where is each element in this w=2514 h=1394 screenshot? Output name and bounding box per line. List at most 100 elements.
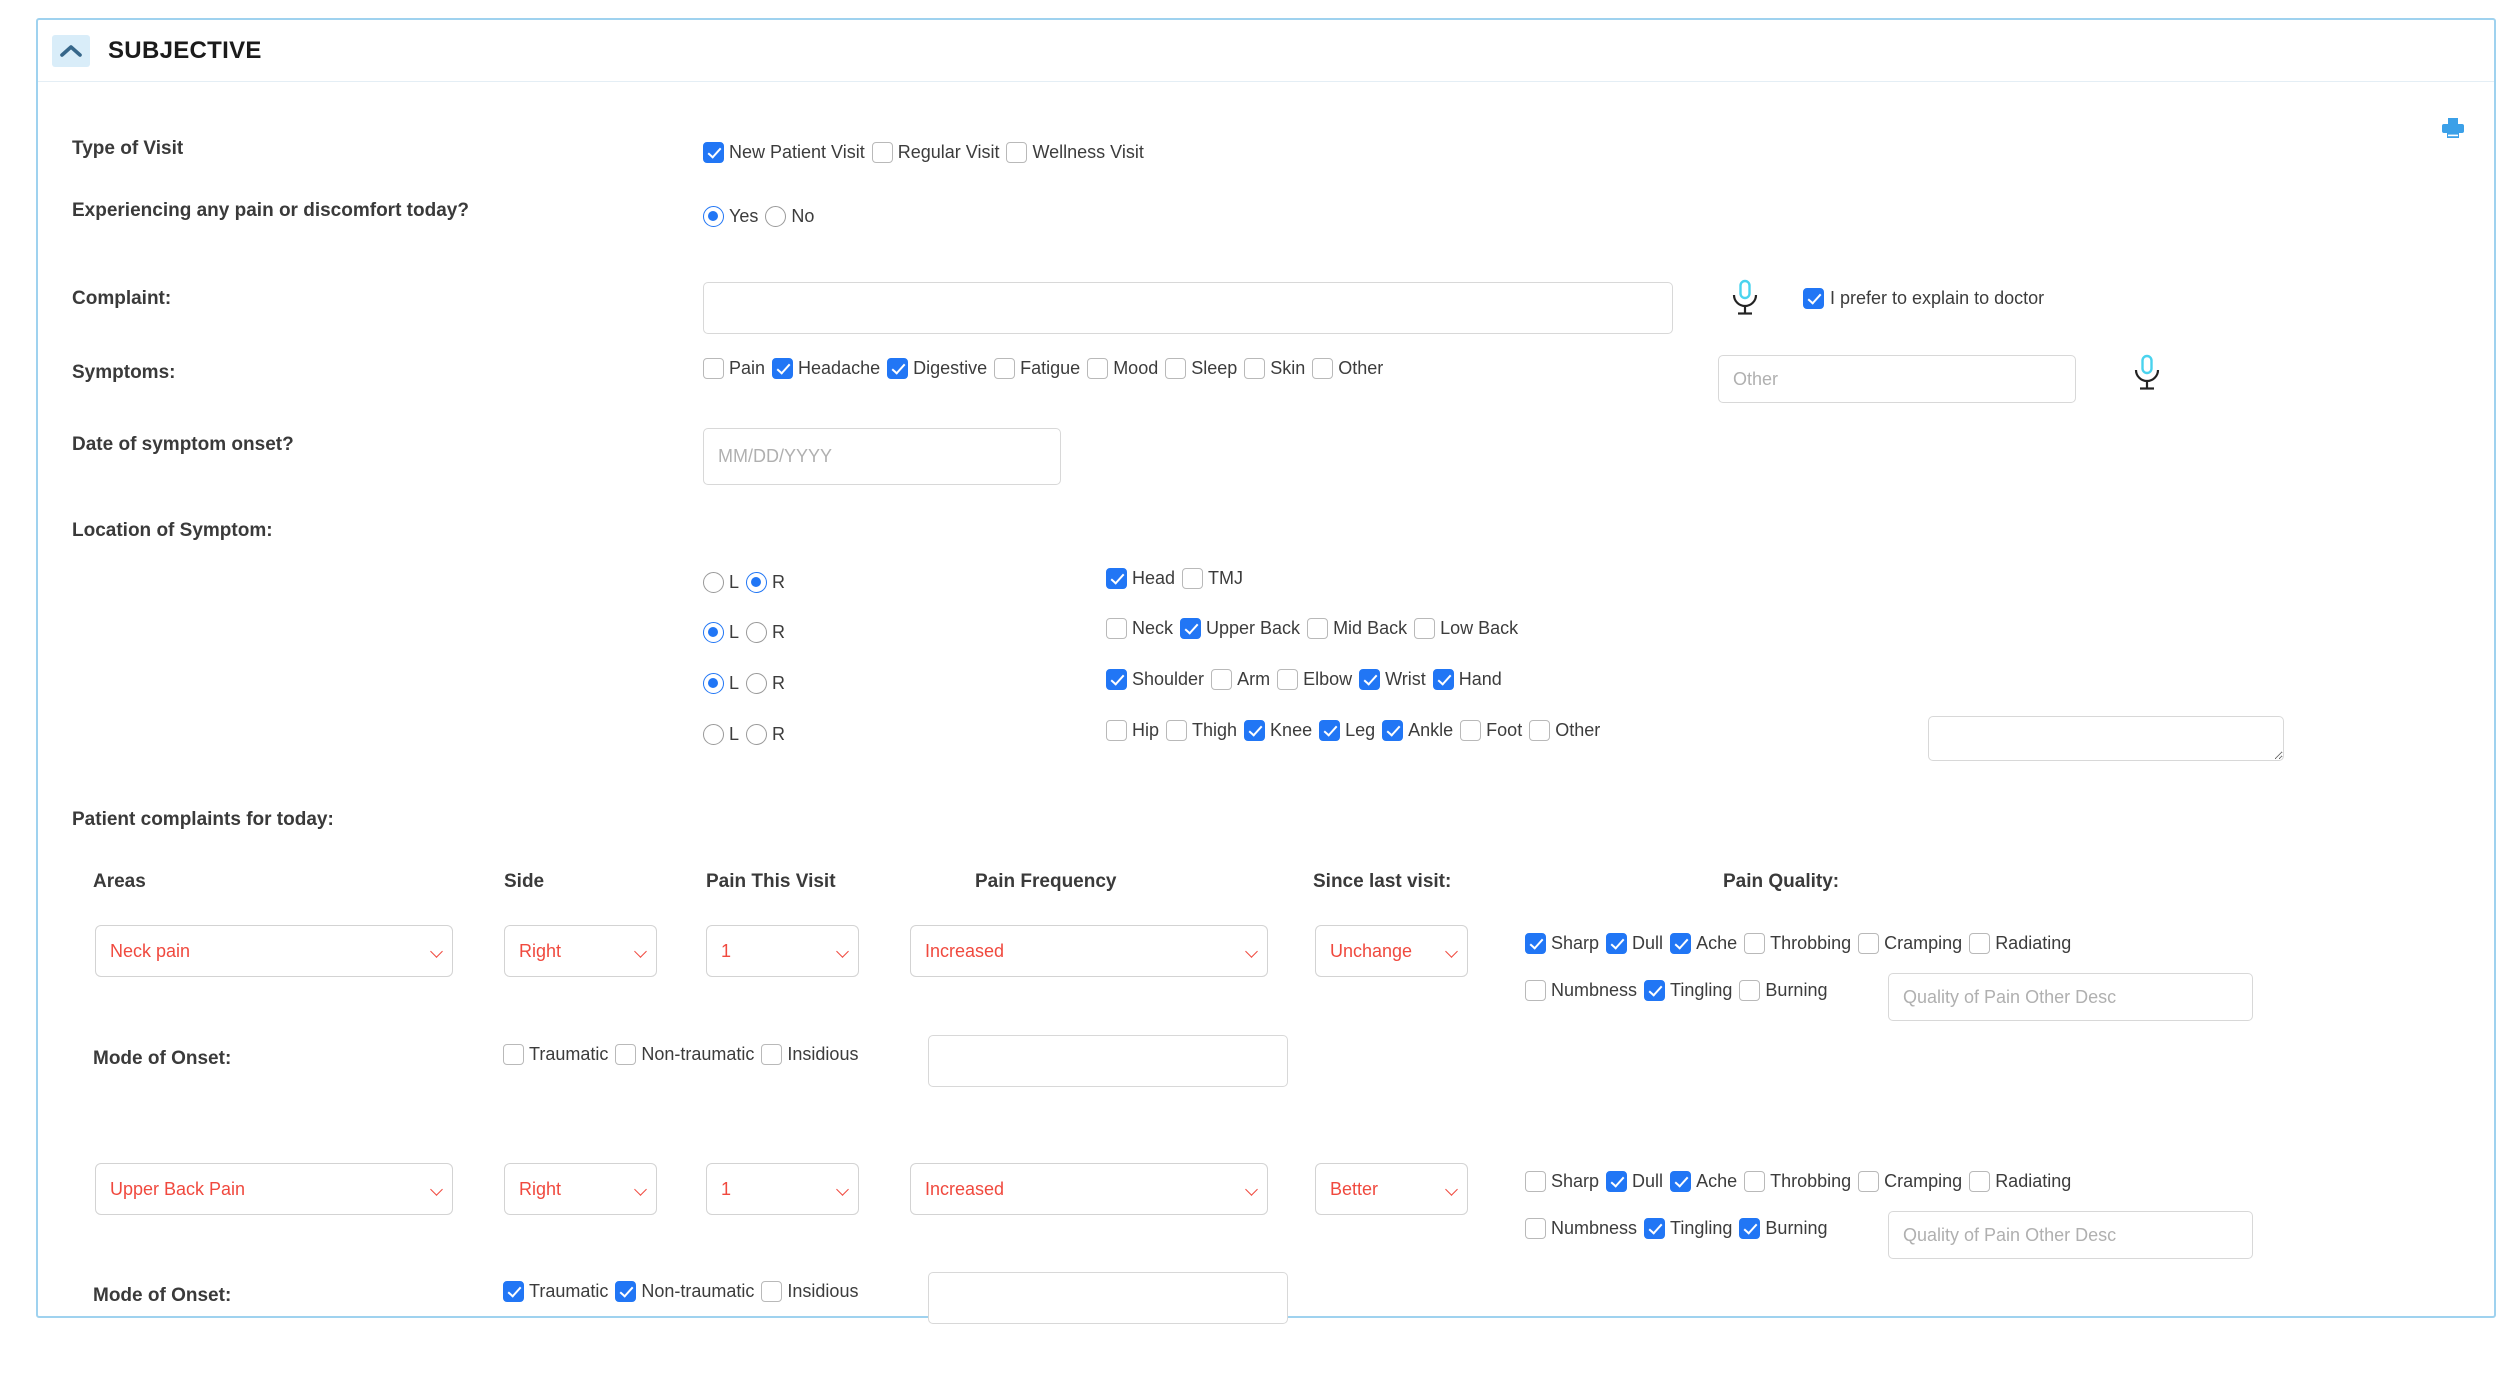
prefer-explain-option[interactable]: I prefer to explain to doctor xyxy=(1803,288,2044,309)
complaint-0-onset-non-traumatic-checkbox[interactable] xyxy=(615,1044,637,1065)
complaint-0-since-last-visit-select[interactable]: Unchange xyxy=(1315,925,1468,977)
complaint-1-pain-frequency-select[interactable]: Increased xyxy=(910,1163,1268,1215)
complaint-1-quality-cramping-option[interactable]: Cramping xyxy=(1858,1171,1962,1192)
location-1-side-left-radio[interactable] xyxy=(703,622,724,643)
complaint-0-quality-ache-option[interactable]: Ache xyxy=(1670,933,1737,954)
complaint-0-onset-insidious-option[interactable]: Insidious xyxy=(761,1044,858,1065)
complaint-1-quality-sharp-option[interactable]: Sharp xyxy=(1525,1171,1599,1192)
symptom-mood-option[interactable]: Mood xyxy=(1087,358,1158,379)
location-2-wrist-checkbox[interactable] xyxy=(1359,669,1381,690)
location-0-head-checkbox[interactable] xyxy=(1106,568,1127,589)
location-1-side-right-option[interactable]: R xyxy=(746,622,785,643)
symptom-digestive-option[interactable]: Digestive xyxy=(887,358,987,379)
complaint-0-quality-throbbing-checkbox[interactable] xyxy=(1744,933,1766,954)
complaint-0-quality-numbness-option[interactable]: Numbness xyxy=(1525,980,1637,1001)
location-3-knee-option[interactable]: Knee xyxy=(1244,720,1312,741)
symptom-pain-option[interactable]: Pain xyxy=(703,358,765,379)
complaint-0-onset-traumatic-checkbox[interactable] xyxy=(503,1044,524,1065)
complaint-1-quality-other-input[interactable] xyxy=(1888,1211,2253,1259)
type-of-visit-wellness-visit-checkbox[interactable] xyxy=(1006,142,1028,163)
symptom-skin-checkbox[interactable] xyxy=(1244,358,1266,379)
location-2-wrist-option[interactable]: Wrist xyxy=(1359,669,1426,690)
location-2-shoulder-checkbox[interactable] xyxy=(1106,669,1127,690)
symptom-digestive-checkbox[interactable] xyxy=(887,358,909,379)
symptom-headache-checkbox[interactable] xyxy=(772,358,794,379)
complaint-0-quality-sharp-option[interactable]: Sharp xyxy=(1525,933,1599,954)
complaint-1-quality-ache-option[interactable]: Ache xyxy=(1670,1171,1737,1192)
symptom-pain-checkbox[interactable] xyxy=(703,358,724,379)
location-1-side-right-radio[interactable] xyxy=(746,622,768,643)
location-2-elbow-option[interactable]: Elbow xyxy=(1277,669,1352,690)
location-2-shoulder-option[interactable]: Shoulder xyxy=(1106,669,1204,690)
location-2-side-right-radio[interactable] xyxy=(746,673,768,694)
location-2-side-left-radio[interactable] xyxy=(703,673,724,694)
complaint-1-quality-numbness-option[interactable]: Numbness xyxy=(1525,1218,1637,1239)
location-1-side-left-option[interactable]: L xyxy=(703,622,739,643)
location-2-side-left-option[interactable]: L xyxy=(703,673,739,694)
complaint-0-pain-this-visit-select[interactable]: 1 xyxy=(706,925,859,977)
print-button[interactable] xyxy=(2440,116,2466,145)
location-1-neck-option[interactable]: Neck xyxy=(1106,618,1173,639)
complaint-0-quality-tingling-option[interactable]: Tingling xyxy=(1644,980,1732,1001)
complaint-0-quality-burning-option[interactable]: Burning xyxy=(1739,980,1827,1001)
location-3-hip-option[interactable]: Hip xyxy=(1106,720,1159,741)
location-2-elbow-checkbox[interactable] xyxy=(1277,669,1299,690)
location-3-leg-option[interactable]: Leg xyxy=(1319,720,1375,741)
complaint-0-quality-numbness-checkbox[interactable] xyxy=(1525,980,1546,1001)
location-3-hip-checkbox[interactable] xyxy=(1106,720,1127,741)
complaint-1-mode-of-onset-note[interactable] xyxy=(928,1272,1288,1324)
complaint-0-quality-tingling-checkbox[interactable] xyxy=(1644,980,1666,1001)
location-0-side-left-radio[interactable] xyxy=(703,572,724,593)
location-3-thigh-checkbox[interactable] xyxy=(1166,720,1188,741)
location-3-ankle-option[interactable]: Ankle xyxy=(1382,720,1453,741)
location-1-upper-back-checkbox[interactable] xyxy=(1180,618,1202,639)
symptom-fatigue-option[interactable]: Fatigue xyxy=(994,358,1080,379)
complaint-0-onset-insidious-checkbox[interactable] xyxy=(761,1044,783,1065)
complaint-0-quality-throbbing-option[interactable]: Throbbing xyxy=(1744,933,1851,954)
complaint-1-onset-traumatic-option[interactable]: Traumatic xyxy=(503,1281,608,1302)
complaint-0-pain-frequency-select[interactable]: Increased xyxy=(910,925,1268,977)
location-2-hand-checkbox[interactable] xyxy=(1432,669,1454,690)
complaint-1-since-last-visit-select[interactable]: Better xyxy=(1315,1163,1468,1215)
complaint-0-quality-cramping-checkbox[interactable] xyxy=(1858,933,1880,954)
location-3-side-right-option[interactable]: R xyxy=(746,724,785,745)
symptom-sleep-checkbox[interactable] xyxy=(1165,358,1187,379)
complaint-1-quality-sharp-checkbox[interactable] xyxy=(1525,1171,1546,1192)
symptom-mood-checkbox[interactable] xyxy=(1087,358,1109,379)
location-3-other-checkbox[interactable] xyxy=(1529,720,1551,741)
complaint-1-side-select[interactable]: Right xyxy=(504,1163,657,1215)
complaint-1-onset-non-traumatic-checkbox[interactable] xyxy=(615,1281,637,1302)
complaint-1-quality-throbbing-checkbox[interactable] xyxy=(1744,1171,1766,1192)
complaint-1-quality-throbbing-option[interactable]: Throbbing xyxy=(1744,1171,1851,1192)
complaint-0-area-select[interactable]: Neck pain xyxy=(95,925,453,977)
location-0-side-left-option[interactable]: L xyxy=(703,572,739,593)
location-other-textarea[interactable] xyxy=(1928,716,2284,761)
complaint-1-area-select[interactable]: Upper Back Pain xyxy=(95,1163,453,1215)
pain-today-no-radio[interactable] xyxy=(765,206,787,227)
complaint-1-quality-burning-option[interactable]: Burning xyxy=(1739,1218,1827,1239)
location-1-mid-back-option[interactable]: Mid Back xyxy=(1307,618,1407,639)
pain-today-no-option[interactable]: No xyxy=(765,206,814,227)
location-3-side-left-option[interactable]: L xyxy=(703,724,739,745)
location-0-head-option[interactable]: Head xyxy=(1106,568,1175,589)
location-3-ankle-checkbox[interactable] xyxy=(1382,720,1404,741)
location-2-side-right-option[interactable]: R xyxy=(746,673,785,694)
type-of-visit-wellness-visit-option[interactable]: Wellness Visit xyxy=(1006,142,1144,163)
location-0-side-right-option[interactable]: R xyxy=(746,572,785,593)
complaint-0-quality-ache-checkbox[interactable] xyxy=(1670,933,1692,954)
type-of-visit-regular-visit-option[interactable]: Regular Visit xyxy=(871,142,999,163)
symptom-sleep-option[interactable]: Sleep xyxy=(1165,358,1237,379)
location-2-arm-checkbox[interactable] xyxy=(1211,669,1233,690)
complaint-0-onset-non-traumatic-option[interactable]: Non-traumatic xyxy=(615,1044,754,1065)
collapse-toggle[interactable] xyxy=(52,34,90,67)
prefer-explain-checkbox[interactable] xyxy=(1803,288,1824,309)
location-0-side-right-radio[interactable] xyxy=(746,572,768,593)
complaint-0-quality-sharp-checkbox[interactable] xyxy=(1525,933,1546,954)
type-of-visit-new-patient-visit-option[interactable]: New Patient Visit xyxy=(703,142,865,163)
location-1-upper-back-option[interactable]: Upper Back xyxy=(1180,618,1300,639)
symptom-headache-option[interactable]: Headache xyxy=(772,358,880,379)
pain-today-yes-radio[interactable] xyxy=(703,206,724,227)
location-1-low-back-checkbox[interactable] xyxy=(1414,618,1436,639)
complaint-1-quality-cramping-checkbox[interactable] xyxy=(1858,1171,1880,1192)
complaint-1-onset-traumatic-checkbox[interactable] xyxy=(503,1281,524,1302)
